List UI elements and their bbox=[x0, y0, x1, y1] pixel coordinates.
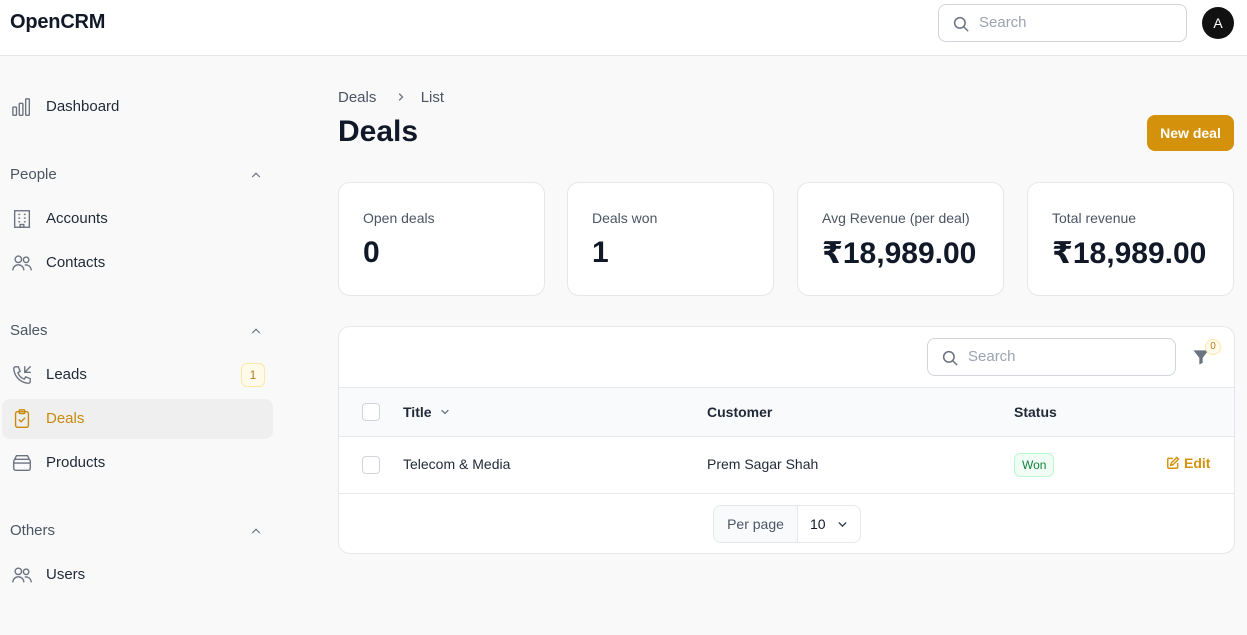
breadcrumb-current: List bbox=[420, 89, 445, 106]
row-checkbox[interactable] bbox=[362, 456, 380, 474]
column-header-customer: Customer bbox=[707, 404, 773, 420]
stat-value: ₹18,989.00 bbox=[822, 237, 977, 270]
new-deal-button[interactable]: New deal bbox=[1147, 115, 1234, 151]
stat-label: Open deals bbox=[363, 210, 435, 226]
sidebar-item-leads[interactable]: Leads 1 bbox=[2, 355, 273, 395]
search-icon bbox=[953, 16, 969, 32]
top-bar: OpenCRM A bbox=[0, 0, 1247, 56]
filter-count-badge: 0 bbox=[1205, 339, 1221, 355]
stat-value: 1 bbox=[592, 236, 609, 269]
sidebar-item-label: Products bbox=[46, 454, 106, 471]
sidebar-item-label: Leads bbox=[46, 366, 87, 383]
users-icon bbox=[12, 255, 32, 271]
deal-title: Telecom & Media bbox=[403, 456, 511, 472]
sidebar-item-accounts[interactable]: Accounts bbox=[2, 199, 273, 239]
chevron-right-icon bbox=[398, 93, 403, 101]
app-logo[interactable]: OpenCRM bbox=[10, 11, 105, 34]
sidebar-item-contacts[interactable]: Contacts bbox=[2, 243, 273, 283]
stat-card-open-deals: Open deals 0 bbox=[338, 182, 545, 296]
global-search[interactable] bbox=[938, 4, 1187, 42]
phone-incoming-icon bbox=[13, 366, 31, 384]
chart-bars-icon bbox=[12, 98, 31, 116]
sidebar-item-label: Dashboard bbox=[46, 98, 120, 115]
table-row[interactable]: Telecom & Media Prem Sagar Shah Won Edit bbox=[339, 437, 1234, 494]
column-header-status: Status bbox=[1014, 404, 1057, 420]
stat-card-total-revenue: Total revenue ₹18,989.00 bbox=[1027, 182, 1234, 296]
stat-label: Total revenue bbox=[1052, 210, 1137, 226]
stat-card-avg-revenue: Avg Revenue (per deal) ₹18,989.00 bbox=[797, 182, 1004, 296]
sidebar-item-dashboard[interactable]: Dashboard bbox=[2, 87, 273, 127]
status-badge: Won bbox=[1014, 453, 1055, 477]
page-title: Deals bbox=[338, 115, 419, 148]
group-label: People bbox=[10, 166, 57, 183]
sidebar: Dashboard People Accounts Contacts Sales… bbox=[0, 56, 280, 635]
sidebar-group-others[interactable]: Others bbox=[10, 522, 265, 544]
chevron-up-icon bbox=[251, 172, 261, 178]
search-icon bbox=[942, 350, 958, 366]
column-header-title[interactable]: Title bbox=[403, 404, 451, 420]
edit-button[interactable]: Edit bbox=[1166, 455, 1210, 471]
users-icon bbox=[12, 567, 32, 583]
stat-card-deals-won: Deals won 1 bbox=[567, 182, 774, 296]
chevron-down-icon bbox=[441, 409, 450, 415]
stat-value: 0 bbox=[363, 236, 380, 269]
breadcrumb: Deals List bbox=[338, 89, 444, 106]
chevron-up-icon bbox=[251, 328, 261, 334]
stat-label: Avg Revenue (per deal) bbox=[822, 210, 970, 226]
table-header: Title Customer Status bbox=[339, 387, 1234, 437]
clipboard-check-icon bbox=[14, 409, 30, 428]
stat-value: ₹18,989.00 bbox=[1052, 237, 1207, 270]
sidebar-group-people[interactable]: People bbox=[10, 166, 265, 188]
table-search-input[interactable] bbox=[968, 348, 1158, 365]
table-search[interactable] bbox=[927, 338, 1176, 376]
stat-label: Deals won bbox=[592, 210, 658, 226]
sidebar-item-label: Contacts bbox=[46, 254, 106, 271]
column-title-label: Title bbox=[403, 404, 432, 420]
sidebar-item-label: Users bbox=[46, 566, 86, 583]
chevron-down-icon bbox=[838, 522, 847, 528]
select-all-checkbox[interactable] bbox=[362, 403, 380, 421]
box-icon bbox=[13, 454, 31, 472]
sidebar-item-label: Deals bbox=[46, 410, 85, 427]
building-icon bbox=[13, 210, 31, 228]
per-page-value: 10 bbox=[810, 516, 826, 532]
leads-count-badge: 1 bbox=[241, 363, 265, 387]
edit-label: Edit bbox=[1184, 455, 1211, 471]
chevron-up-icon bbox=[251, 528, 261, 534]
global-search-input[interactable] bbox=[979, 14, 1169, 31]
edit-icon bbox=[1167, 456, 1180, 469]
deal-customer: Prem Sagar Shah bbox=[707, 456, 819, 472]
deals-table: 0 Title Customer Status Telecom & Media … bbox=[338, 326, 1235, 554]
group-label: Others bbox=[10, 522, 56, 539]
sidebar-item-deals[interactable]: Deals bbox=[2, 399, 273, 439]
sidebar-item-users[interactable]: Users bbox=[2, 555, 273, 595]
per-page-label: Per page bbox=[714, 506, 798, 542]
breadcrumb-parent[interactable]: Deals bbox=[338, 89, 376, 106]
per-page-select[interactable]: Per page 10 bbox=[713, 505, 861, 543]
sidebar-item-label: Accounts bbox=[46, 210, 108, 227]
group-label: Sales bbox=[10, 322, 48, 339]
sidebar-group-sales[interactable]: Sales bbox=[10, 322, 265, 344]
sidebar-item-products[interactable]: Products bbox=[2, 443, 273, 483]
user-avatar[interactable]: A bbox=[1202, 7, 1234, 39]
